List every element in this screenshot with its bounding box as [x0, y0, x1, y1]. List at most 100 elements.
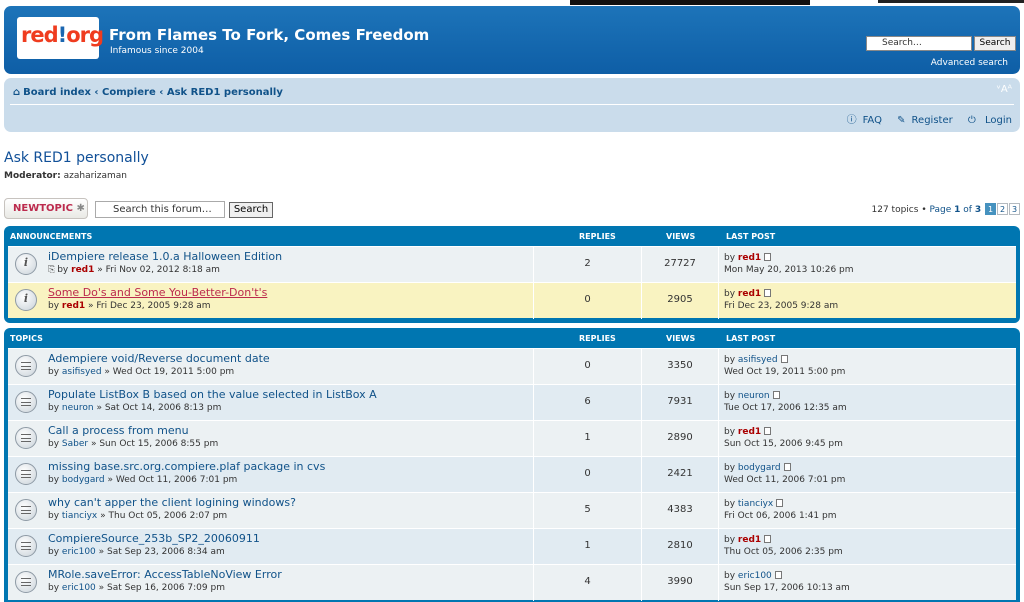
announcement-row: i Some Do's and Some You-Better-Don't's … — [8, 282, 1016, 319]
topic-author[interactable]: eric100 — [62, 547, 96, 557]
topic-read-icon — [15, 427, 37, 449]
last-post-author: by neuron — [724, 391, 780, 401]
site-search-button[interactable]: Search — [974, 36, 1016, 51]
faq-link[interactable]: ⓘ FAQ — [841, 115, 882, 126]
view-latest-post-icon[interactable] — [764, 289, 772, 297]
forum-title[interactable]: Ask RED1 personally — [4, 150, 149, 166]
page-2-button[interactable]: 2 — [997, 203, 1008, 215]
breadcrumb-board-index[interactable]: Board index — [23, 87, 91, 98]
register-link[interactable]: ✎ Register — [891, 115, 953, 126]
view-latest-post-icon[interactable] — [774, 571, 782, 579]
home-icon: ⌂ — [13, 87, 21, 98]
topic-byline: by eric100 » Sat Sep 23, 2006 8:34 am — [48, 547, 225, 557]
announcements-panel: ANNOUNCEMENTS REPLIES VIEWS LAST POST i … — [4, 226, 1020, 323]
power-icon: ⏻ — [967, 115, 976, 126]
topic-author[interactable]: tianciyx — [62, 511, 97, 521]
topic-author[interactable]: asifisyed — [62, 367, 102, 377]
reply-count: 5 — [584, 504, 591, 515]
page-3-button[interactable]: 3 — [1009, 203, 1020, 215]
view-latest-post-icon[interactable] — [780, 355, 788, 363]
topic-author[interactable]: red1 — [71, 265, 94, 275]
page-1-button[interactable]: 1 — [985, 203, 996, 215]
breadcrumb-compiere[interactable]: Compiere — [102, 87, 156, 98]
reply-count: 2 — [584, 258, 591, 269]
site-logo[interactable]: red!org — [17, 17, 104, 59]
new-topic-button[interactable]: NEWTOPIC ✱ — [4, 198, 88, 219]
replies-column-header: REPLIES — [579, 232, 616, 241]
announcements-title: ANNOUNCEMENTS — [10, 232, 93, 241]
last-post-author: by asifisyed — [724, 355, 788, 365]
topic-byline: by tianciyx » Thu Oct 05, 2006 2:07 pm — [48, 511, 228, 521]
topic-title-link[interactable]: MRole.saveError: AccessTableNoView Error — [48, 568, 282, 581]
topic-author[interactable]: eric100 — [62, 583, 96, 593]
top-strip — [570, 0, 810, 5]
topic-row: MRole.saveError: AccessTableNoView Error… — [8, 564, 1016, 601]
breadcrumb-forum[interactable]: Ask RED1 personally — [167, 87, 283, 98]
breadcrumb: ⌂ Board index ‹ Compiere ‹ Ask RED1 perso… — [13, 87, 283, 98]
topic-title-link[interactable]: Some Do's and Some You-Better-Don't's — [48, 286, 267, 299]
announcements-header: ANNOUNCEMENTS REPLIES VIEWS LAST POST — [8, 226, 1016, 246]
last-post-date: Sun Sep 17, 2006 10:13 am — [724, 583, 850, 593]
last-post-author: by red1 — [724, 253, 772, 263]
topic-byline: by red1 » Fri Dec 23, 2005 9:28 am — [48, 301, 211, 311]
moderator-name[interactable]: azaharizaman — [64, 171, 127, 181]
last-post-author: by red1 — [724, 427, 772, 437]
view-latest-post-icon[interactable] — [764, 427, 772, 435]
login-link[interactable]: ⏻ Login — [962, 115, 1012, 126]
last-post-column-header: LAST POST — [726, 232, 776, 241]
user-links: ⓘ FAQ ✎ Register ⏻ Login — [835, 111, 1012, 126]
topic-title-link[interactable]: CompiereSource_253b_SP2_20060911 — [48, 532, 260, 545]
topic-title-link[interactable]: Populate ListBox B based on the value se… — [48, 388, 377, 401]
last-post-date: Fri Oct 06, 2006 1:41 pm — [724, 511, 837, 521]
reply-count: 6 — [584, 396, 591, 407]
topics-panel: TOPICS REPLIES VIEWS LAST POST Adempiere… — [4, 328, 1020, 602]
view-latest-post-icon[interactable] — [764, 535, 772, 543]
views-column-header: VIEWS — [666, 334, 696, 343]
topic-title-link[interactable]: why can't apper the client logining wind… — [48, 496, 296, 509]
forum-search-button[interactable]: Search — [229, 202, 273, 218]
view-count: 2890 — [667, 432, 693, 443]
reply-count: 1 — [584, 540, 591, 551]
navbar-divider — [10, 104, 1014, 105]
topic-row: CompiereSource_253b_SP2_20060911by eric1… — [8, 528, 1016, 565]
site-subtitle: Infamous since 2004 — [110, 46, 204, 56]
topic-read-icon — [15, 571, 37, 593]
view-latest-post-icon[interactable] — [772, 391, 780, 399]
advanced-search-link[interactable]: Advanced search — [931, 58, 1008, 68]
site-search-input[interactable]: Search… — [866, 36, 972, 51]
topic-title-link[interactable]: Adempiere void/Reverse document date — [48, 352, 270, 365]
reply-count: 1 — [584, 432, 591, 443]
topic-author[interactable]: red1 — [62, 301, 85, 311]
topic-title-link[interactable]: iDempiere release 1.0.a Halloween Editio… — [48, 250, 282, 263]
topic-list: Adempiere void/Reverse document date by a… — [8, 348, 1016, 601]
view-count: 3350 — [667, 360, 693, 371]
view-count: 2810 — [667, 540, 693, 551]
last-post-date: Wed Oct 11, 2006 7:01 pm — [724, 475, 846, 485]
font-size-toggle[interactable]: ᵛAᴬ — [997, 84, 1012, 95]
topic-author[interactable]: bodygard — [62, 475, 105, 485]
faq-icon: ⓘ — [846, 115, 857, 126]
topic-title-link[interactable]: Call a process from menu — [48, 424, 189, 437]
last-post-author: by eric100 — [724, 571, 782, 581]
topic-author[interactable]: Saber — [62, 439, 88, 449]
view-count: 2421 — [667, 468, 693, 479]
last-post-date: Tue Oct 17, 2006 12:35 am — [724, 403, 847, 413]
topic-byline: by neuron » Sat Oct 14, 2006 8:13 pm — [48, 403, 222, 413]
forum-search-input[interactable]: Search this forum… — [95, 201, 225, 218]
last-post-author: by red1 — [724, 535, 772, 545]
last-post-author: by bodygard — [724, 463, 791, 473]
view-latest-post-icon[interactable] — [764, 253, 772, 261]
view-latest-post-icon[interactable] — [776, 499, 784, 507]
last-post-author: by tianciyx — [724, 499, 784, 509]
last-post-date: Fri Dec 23, 2005 9:28 am — [724, 301, 839, 311]
topic-author[interactable]: neuron — [62, 403, 94, 413]
topic-byline: by bodygard » Wed Oct 11, 2006 7:01 pm — [48, 475, 238, 485]
topic-title-link[interactable]: missing base.src.org.compiere.plaf packa… — [48, 460, 325, 473]
breadcrumb-separator: ‹ — [94, 87, 99, 98]
breadcrumb-separator: ‹ — [159, 87, 164, 98]
view-latest-post-icon[interactable] — [783, 463, 791, 471]
top-strip-right — [878, 0, 1024, 3]
page-indicator[interactable]: Page 1 of 3 — [929, 205, 981, 215]
topic-read-icon — [15, 499, 37, 521]
reply-count: 4 — [584, 576, 591, 587]
